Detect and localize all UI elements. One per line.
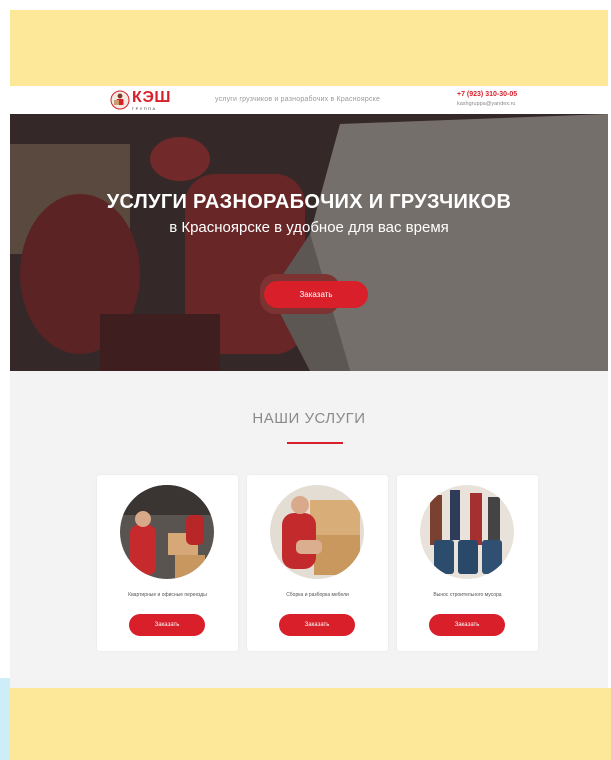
service-label-waste: Вынос строительного мусора: [433, 592, 502, 598]
left-blue-strip: [0, 678, 10, 760]
service-card-furniture: Сборка и разборка мебели Заказать: [247, 475, 388, 651]
services-title: НАШИ УСЛУГИ: [252, 410, 366, 427]
header-tagline: услуги грузчиков и разнорабочих в Красно…: [215, 96, 381, 103]
email-link[interactable]: kashgruppa@yandex.ru: [457, 101, 517, 107]
service-card-waste: Вынос строительного мусора Заказать: [397, 475, 538, 651]
service-card-moving: Квартирные и офисные переезды Заказать: [97, 475, 238, 651]
logo-subname: ГРУППА: [132, 105, 157, 111]
service-photo-furniture: [270, 485, 364, 579]
mover-icon: [110, 90, 130, 110]
hero-banner: УСЛУГИ РАЗНОРАБОЧИХ И ГРУЗЧИКОВ в Красно…: [10, 114, 608, 371]
order-button-moving[interactable]: Заказать: [129, 614, 205, 636]
logo[interactable]: КЭШ ГРУППА: [110, 89, 171, 111]
service-label-furniture: Сборка и разборка мебели: [286, 592, 349, 598]
services-divider: [287, 442, 343, 444]
hero-overlay: [10, 114, 608, 371]
hero-subtitle: в Красноярске в удобное для вас время: [169, 219, 449, 236]
top-yellow-band: [10, 10, 608, 86]
hero-order-button[interactable]: Заказать: [264, 281, 368, 308]
service-photo-moving: [120, 485, 214, 579]
order-button-waste[interactable]: Заказать: [429, 614, 505, 636]
site-header: КЭШ ГРУППА услуги грузчиков и разнорабоч…: [10, 86, 608, 114]
screenshot-root: КЭШ ГРУППА услуги грузчиков и разнорабоч…: [0, 0, 611, 760]
hero-title: УСЛУГИ РАЗНОРАБОЧИХ И ГРУЗЧИКОВ: [106, 191, 512, 213]
logo-text: КЭШ ГРУППА: [132, 88, 171, 111]
website-page: КЭШ ГРУППА услуги грузчиков и разнорабоч…: [10, 86, 608, 688]
phone-link[interactable]: +7 (923) 310-30-05: [457, 91, 517, 99]
service-photo-waste: [420, 485, 514, 579]
header-contacts: +7 (923) 310-30-05 kashgruppa@yandex.ru: [457, 91, 517, 107]
bottom-yellow-band: [10, 688, 611, 760]
logo-name: КЭШ: [132, 88, 171, 106]
service-label-moving: Квартирные и офисные переезды: [128, 592, 207, 598]
order-button-furniture[interactable]: Заказать: [279, 614, 355, 636]
